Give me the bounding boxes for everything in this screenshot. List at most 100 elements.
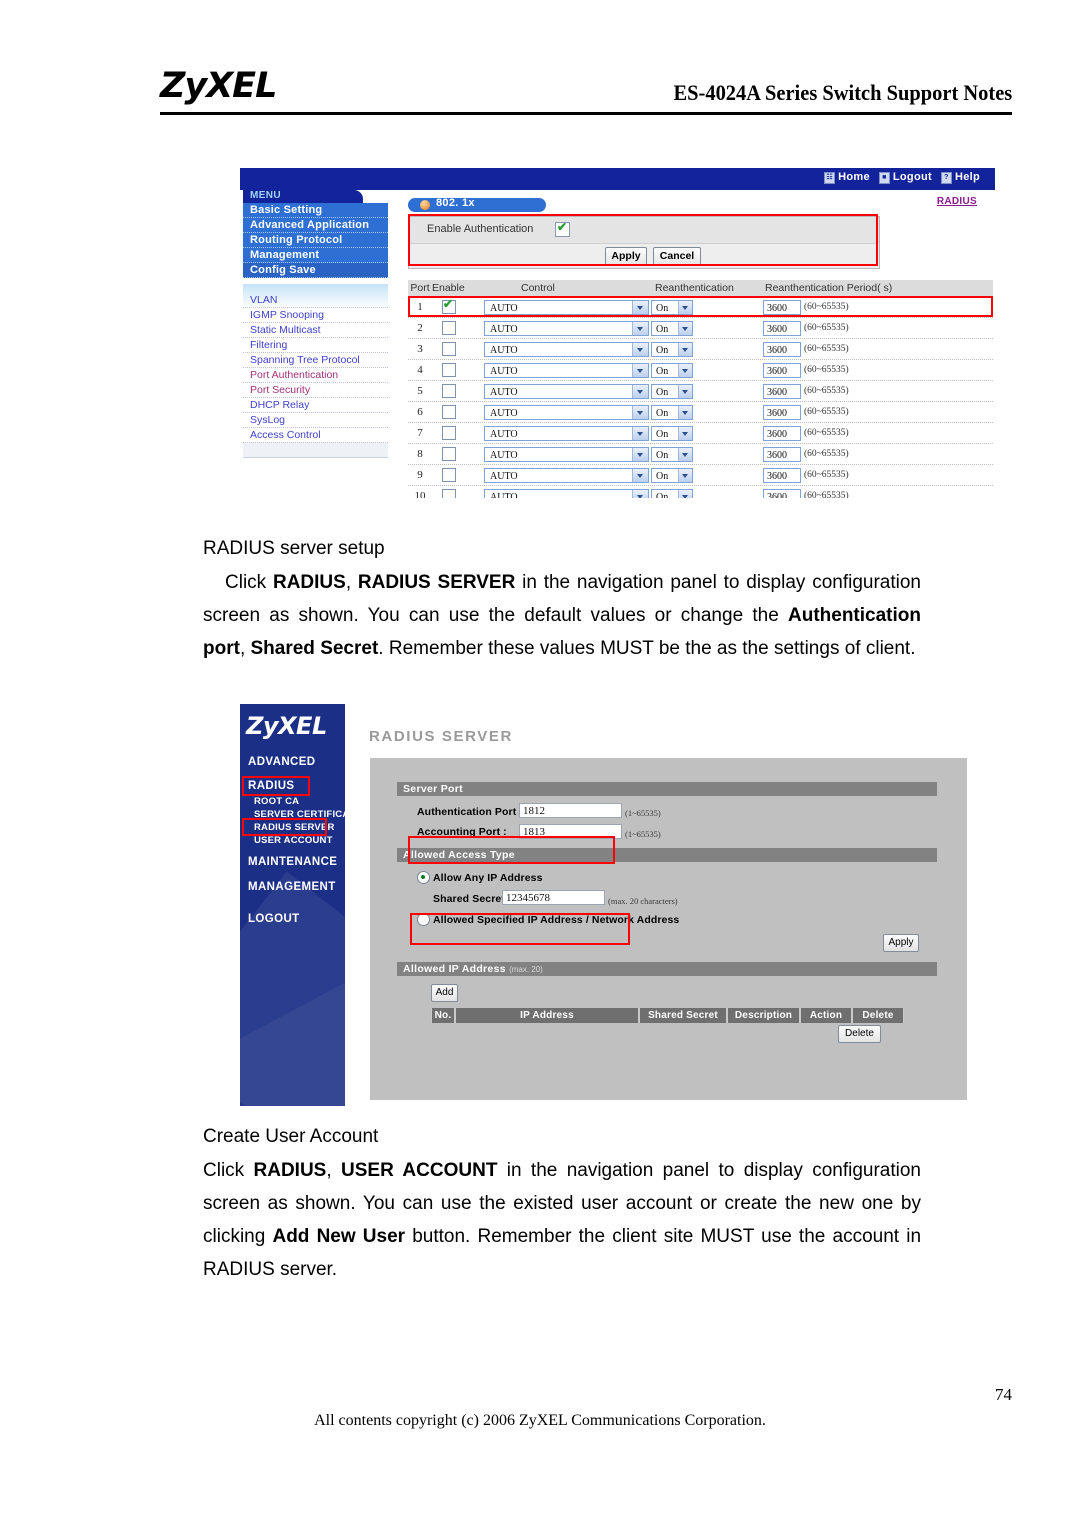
cell-reauth-period: 3600 (60~65535): [763, 362, 943, 378]
control-select[interactable]: AUTO: [484, 299, 649, 315]
reauth-period-input[interactable]: 3600: [763, 425, 801, 441]
nav-item-root-ca[interactable]: ROOT CA: [254, 796, 299, 807]
cell-control: AUTO: [466, 467, 651, 483]
port-enable-checkbox[interactable]: [442, 468, 456, 482]
submenu-item-port-authentication[interactable]: Port Authentication: [243, 368, 388, 383]
reauth-period-input[interactable]: 3600: [763, 404, 801, 420]
apply-button[interactable]: Apply: [605, 247, 647, 266]
nav-item-logout[interactable]: LOGOUT: [248, 913, 300, 925]
menu-tab: MENU: [243, 190, 363, 203]
cell-control: AUTO: [466, 425, 651, 441]
control-select[interactable]: AUTO: [484, 362, 649, 378]
port-enable-checkbox[interactable]: [442, 489, 456, 498]
enable-auth-checkbox[interactable]: [555, 220, 570, 237]
auth-port-hint: (1~65535): [625, 808, 661, 818]
port-enable-checkbox[interactable]: [442, 321, 456, 335]
reauth-select[interactable]: On: [651, 299, 693, 315]
control-select[interactable]: AUTO: [484, 404, 649, 420]
control-select[interactable]: AUTO: [484, 467, 649, 483]
reauth-select[interactable]: On: [651, 488, 693, 498]
nav-item-advanced[interactable]: ADVANCED: [248, 756, 316, 768]
zyxel-logo-nav: ZyXEL: [246, 712, 327, 740]
delete-button[interactable]: Delete: [838, 1025, 881, 1043]
section-heading-radius-server-setup: RADIUS server setup: [203, 538, 385, 559]
reauth-period-input[interactable]: 3600: [763, 299, 801, 315]
enable-auth-label: Enable Authentication: [427, 223, 534, 235]
submenu-item-filtering[interactable]: Filtering: [243, 338, 388, 353]
control-select[interactable]: AUTO: [484, 383, 649, 399]
reauth-period-input[interactable]: 3600: [763, 488, 801, 498]
port-enable-checkbox[interactable]: [442, 297, 456, 314]
submenu-item-access-control[interactable]: Access Control: [243, 428, 388, 443]
acct-port-input[interactable]: 1813: [519, 824, 622, 839]
radius-link[interactable]: RADIUS: [937, 196, 977, 207]
menu-item-basic-setting[interactable]: Basic Setting: [243, 203, 388, 218]
submenu-item-dhcp-relay[interactable]: DHCP Relay: [243, 398, 388, 413]
port-enable-checkbox[interactable]: [442, 405, 456, 419]
button-row: Apply Cancel: [409, 243, 879, 268]
reauth-select[interactable]: On: [651, 320, 693, 336]
auth-port-input[interactable]: 1812: [519, 803, 622, 818]
submenu-item-static-multicast[interactable]: Static Multicast: [243, 323, 388, 338]
reauth-select[interactable]: On: [651, 425, 693, 441]
nav-item-user-account[interactable]: USER ACCOUNT: [254, 835, 333, 846]
port-enable-checkbox[interactable]: [442, 384, 456, 398]
control-select[interactable]: AUTO: [484, 320, 649, 336]
help-link[interactable]: ? Help: [940, 171, 980, 184]
reauth-select[interactable]: On: [651, 362, 693, 378]
logout-link[interactable]: ■ Logout: [878, 171, 932, 184]
submenu-item-spanning-tree-protocol[interactable]: Spanning Tree Protocol: [243, 353, 388, 368]
reauth-period-input[interactable]: 3600: [763, 383, 801, 399]
reauth-select[interactable]: On: [651, 383, 693, 399]
chevron-down-icon: [632, 447, 648, 461]
port-enable-checkbox[interactable]: [442, 447, 456, 461]
reauth-select[interactable]: On: [651, 404, 693, 420]
radius-apply-button[interactable]: Apply: [883, 934, 919, 952]
submenu-item-port-security[interactable]: Port Security: [243, 383, 388, 398]
nav-item-maintenance[interactable]: MAINTENANCE: [248, 856, 337, 868]
cancel-button[interactable]: Cancel: [653, 247, 701, 266]
control-select[interactable]: AUTO: [484, 488, 649, 498]
cell-port: 8: [417, 448, 423, 460]
nav-item-radius-server[interactable]: RADIUS SERVER: [254, 822, 335, 833]
submenu-item-vlan[interactable]: VLAN: [243, 293, 388, 308]
reauth-period-input[interactable]: 3600: [763, 341, 801, 357]
menu-item-advanced-application[interactable]: Advanced Application: [243, 218, 388, 233]
radius-form: Server Port Authentication Port : 1812 (…: [397, 782, 937, 1045]
logout-icon: ■: [878, 172, 890, 184]
allow-specified-row: Allowed Specified IP Address / Network A…: [397, 910, 937, 932]
port-enable-checkbox[interactable]: [442, 426, 456, 440]
acct-port-hint: (1~65535): [625, 829, 661, 839]
reauth-select[interactable]: On: [651, 446, 693, 462]
sub-menu-list: VLAN IGMP Snooping Static Multicast Filt…: [243, 284, 388, 458]
cell-reauth: On: [651, 425, 763, 441]
home-link[interactable]: ☷ Home: [824, 171, 870, 184]
chevron-down-icon: [632, 321, 648, 335]
reauth-period-input[interactable]: 3600: [763, 362, 801, 378]
reauth-select[interactable]: On: [651, 467, 693, 483]
add-button[interactable]: Add: [431, 984, 458, 1002]
port-enable-checkbox[interactable]: [442, 363, 456, 377]
col-ip-address: IP Address: [455, 1008, 639, 1023]
reauth-select[interactable]: On: [651, 341, 693, 357]
menu-item-routing-protocol[interactable]: Routing Protocol: [243, 233, 388, 248]
reauth-period-input[interactable]: 3600: [763, 467, 801, 483]
reauth-period-input[interactable]: 3600: [763, 446, 801, 462]
cell-port: 6: [417, 406, 423, 418]
submenu-item-syslog[interactable]: SysLog: [243, 413, 388, 428]
allow-any-radio[interactable]: [417, 871, 430, 884]
menu-item-config-save[interactable]: Config Save: [243, 263, 388, 278]
cell-control: AUTO: [466, 362, 651, 378]
control-select[interactable]: AUTO: [484, 425, 649, 441]
shared-secret-input[interactable]: 12345678: [502, 890, 605, 905]
port-enable-checkbox[interactable]: [442, 342, 456, 356]
menu-item-management[interactable]: Management: [243, 248, 388, 263]
control-select[interactable]: AUTO: [484, 446, 649, 462]
reauth-period-input[interactable]: 3600: [763, 320, 801, 336]
allow-specified-radio[interactable]: [417, 913, 430, 926]
nav-item-radius[interactable]: RADIUS: [248, 780, 295, 792]
nav-item-server-certificate[interactable]: SERVER CERTIFICATE: [254, 809, 345, 820]
submenu-item-igmp-snooping[interactable]: IGMP Snooping: [243, 308, 388, 323]
nav-item-management[interactable]: MANAGEMENT: [248, 881, 336, 893]
control-select[interactable]: AUTO: [484, 341, 649, 357]
